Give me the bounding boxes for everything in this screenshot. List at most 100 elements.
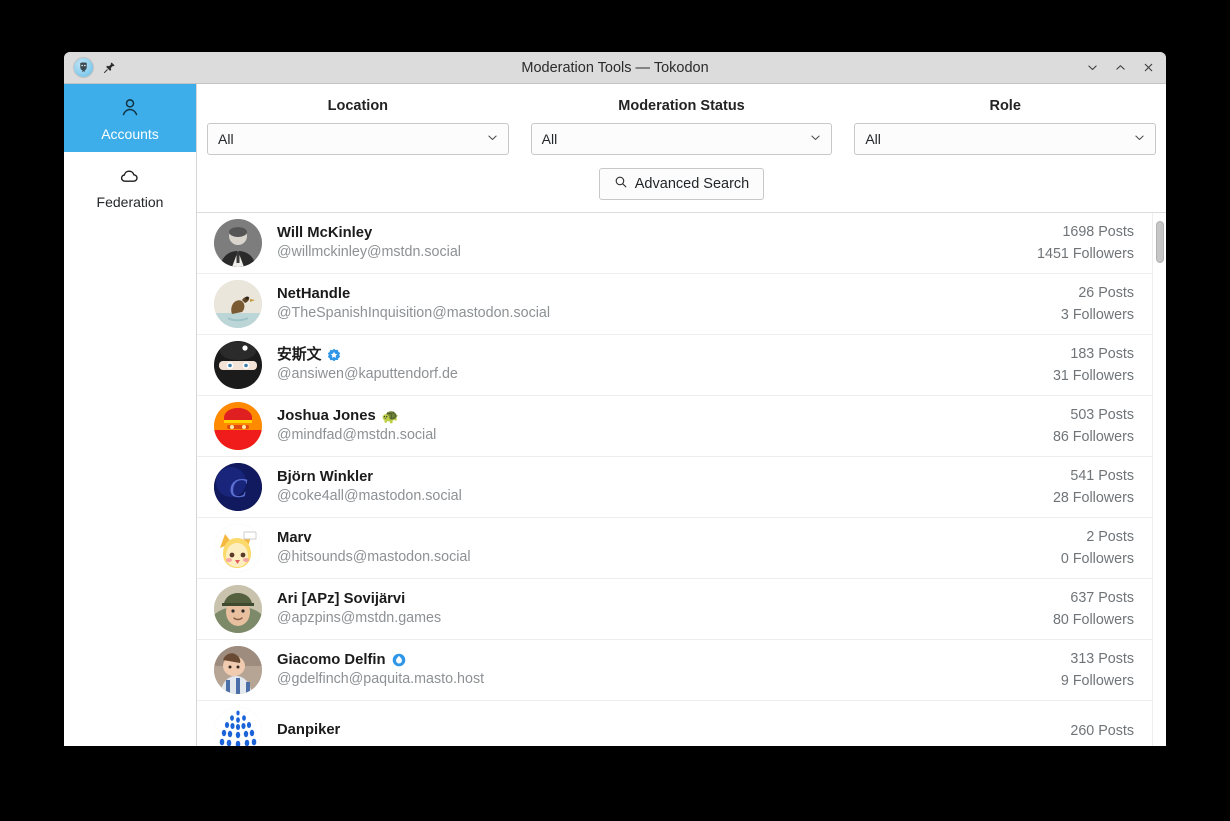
account-name-line: Marv: [277, 529, 1049, 547]
close-button[interactable]: [1136, 56, 1160, 80]
follower-count: 1451 Followers: [1037, 246, 1134, 262]
pin-icon[interactable]: [102, 61, 116, 75]
minimize-button[interactable]: [1080, 56, 1104, 80]
account-stats: 26 Posts 3 Followers: [1061, 282, 1134, 326]
follower-count: 31 Followers: [1052, 368, 1134, 384]
post-count: 503 Posts: [1070, 406, 1134, 423]
table-row[interactable]: Danpiker 260 Posts: [197, 701, 1152, 746]
account-handle: @coke4all@mastodon.social: [277, 488, 462, 505]
account-stats: 541 Posts 28 Followers: [1053, 465, 1134, 509]
account-name: Ari [APz] Sovijärvi: [277, 590, 406, 607]
avatar: [214, 585, 262, 633]
tokodon-icon: [74, 58, 93, 77]
account-stats: 637 Posts 80 Followers: [1053, 587, 1134, 631]
account-stats: 1698 Posts 1451 Followers: [1037, 221, 1134, 265]
avatar: [214, 402, 262, 450]
blue-drop-icon: [392, 653, 406, 667]
account-name: NetHandle: [277, 285, 351, 302]
account-text: Will McKinley @willmckinley@mstdn.social: [277, 224, 1025, 262]
account-name: Joshua Jones: [277, 407, 376, 424]
location-filter-group: Location All: [207, 94, 509, 155]
sidebar-item-label: Federation: [96, 193, 164, 210]
moderation-tools-window: Moderation Tools — Tokodon Accounts Fede…: [64, 52, 1166, 746]
account-name-line: Giacomo Delfin: [277, 651, 1049, 669]
account-name-line: Joshua Jones 🐢: [277, 407, 1041, 425]
account-text: Björn Winkler @coke4all@mastodon.social: [277, 468, 1041, 506]
table-row[interactable]: Giacomo Delfin @gdelfinch@paquita.masto.…: [197, 640, 1152, 701]
moderation-status-filter-value: All: [541, 131, 558, 147]
account-stats: 183 Posts 31 Followers: [1053, 343, 1134, 387]
post-count: 26 Posts: [1078, 284, 1134, 301]
account-list-area: Will McKinley @willmckinley@mstdn.social…: [197, 213, 1166, 746]
account-stats: 260 Posts: [1070, 720, 1134, 742]
follower-count: 28 Followers: [1052, 490, 1134, 506]
account-name: Will McKinley: [277, 224, 373, 241]
search-icon: [614, 175, 628, 193]
account-list[interactable]: Will McKinley @willmckinley@mstdn.social…: [197, 213, 1152, 746]
chevron-down-icon: [486, 131, 499, 147]
table-row[interactable]: NetHandle @TheSpanishInquisition@mastodo…: [197, 274, 1152, 335]
account-text: Giacomo Delfin @gdelfinch@paquita.masto.…: [277, 651, 1049, 689]
table-row[interactable]: Ari [APz] Sovijärvi @apzpins@mstdn.games…: [197, 579, 1152, 640]
follower-count: 86 Followers: [1052, 429, 1134, 445]
location-filter[interactable]: All: [207, 123, 509, 155]
account-stats: 2 Posts 0 Followers: [1061, 526, 1134, 570]
table-row[interactable]: Joshua Jones 🐢 @mindfad@mstdn.social 503…: [197, 396, 1152, 457]
follower-count: 0 Followers: [1060, 551, 1134, 567]
account-stats: 503 Posts 86 Followers: [1053, 404, 1134, 448]
account-name-line: 安斯文: [277, 346, 1041, 364]
turtle-emoji: 🐢: [381, 408, 400, 425]
moderation-status-filter-label: Moderation Status: [618, 98, 745, 114]
avatar: C: [214, 463, 262, 511]
table-row[interactable]: Will McKinley @willmckinley@mstdn.social…: [197, 213, 1152, 274]
maximize-button[interactable]: [1108, 56, 1132, 80]
account-handle: @apzpins@mstdn.games: [277, 610, 442, 627]
table-row[interactable]: C Björn Winkler @coke4all@mastodon.socia…: [197, 457, 1152, 518]
account-name: Marv: [277, 529, 312, 546]
account-name-line: Ari [APz] Sovijärvi: [277, 590, 1041, 608]
avatar: [214, 646, 262, 694]
advanced-search-row: Advanced Search: [207, 168, 1156, 200]
filters-panel: Location All Moderation Status All Role …: [197, 84, 1166, 213]
table-row[interactable]: Marv @hitsounds@mastodon.social 2 Posts …: [197, 518, 1152, 579]
account-text: Ari [APz] Sovijärvi @apzpins@mstdn.games: [277, 590, 1041, 628]
post-count: 637 Posts: [1070, 589, 1134, 606]
sidebar-item-label: Accounts: [101, 125, 159, 142]
account-handle: @mindfad@mstdn.social: [277, 427, 437, 444]
cloud-icon: [118, 163, 142, 189]
chevron-down-icon: [809, 131, 822, 147]
account-name-line: Danpiker: [277, 721, 1058, 739]
location-filter-value: All: [218, 131, 234, 147]
person-icon: [118, 95, 142, 121]
account-name: Danpiker: [277, 722, 341, 739]
account-name: Giacomo Delfin: [277, 651, 386, 668]
scrollbar-thumb[interactable]: [1156, 221, 1164, 263]
titlebar-left-icons: [70, 58, 116, 77]
table-row[interactable]: 安斯文 @ansiwen@kaputtendorf.de 183 Posts 3…: [197, 335, 1152, 396]
account-name-line: Will McKinley: [277, 224, 1025, 242]
account-name: Björn Winkler: [277, 468, 374, 485]
avatar: [214, 524, 262, 572]
moderation-status-filter-group: Moderation Status All: [530, 94, 833, 155]
post-count: 541 Posts: [1070, 467, 1134, 484]
sidebar: Accounts Federation: [64, 84, 197, 746]
moderation-status-filter[interactable]: All: [530, 123, 833, 155]
advanced-search-button[interactable]: Advanced Search: [598, 168, 765, 200]
account-name-line: NetHandle: [277, 285, 1049, 303]
post-count: 313 Posts: [1070, 650, 1134, 667]
sidebar-item-federation[interactable]: Federation: [64, 152, 196, 220]
avatar: [214, 280, 262, 328]
avatar: [214, 707, 262, 746]
account-text: NetHandle @TheSpanishInquisition@mastodo…: [277, 285, 1049, 323]
role-filter[interactable]: All: [854, 123, 1157, 155]
role-filter-label: Role: [989, 98, 1021, 114]
svg-text:C: C: [229, 473, 248, 503]
account-handle: @TheSpanishInquisition@mastodon.social: [277, 305, 551, 322]
role-filter-group: Role All: [854, 94, 1157, 155]
role-filter-value: All: [865, 131, 881, 147]
account-list-scrollbar[interactable]: [1152, 213, 1166, 746]
titlebar: Moderation Tools — Tokodon: [64, 52, 1166, 84]
sidebar-item-accounts[interactable]: Accounts: [64, 84, 196, 152]
account-handle: @hitsounds@mastodon.social: [277, 549, 471, 566]
post-count: 183 Posts: [1070, 345, 1134, 362]
